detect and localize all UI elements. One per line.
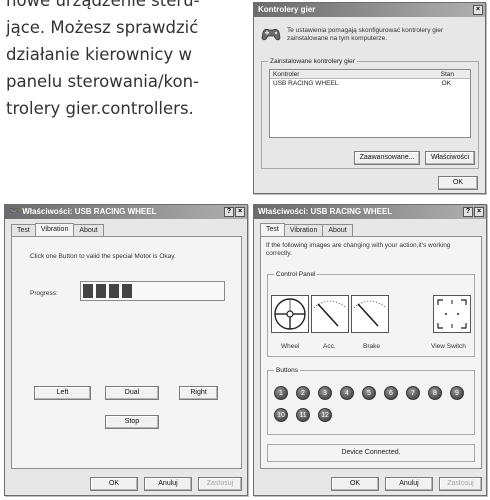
status-bar: Device Connected. bbox=[267, 444, 475, 462]
button-indicator: 7 bbox=[406, 386, 420, 400]
button-indicator: 1 bbox=[274, 386, 288, 400]
button-indicator: 9 bbox=[450, 386, 464, 400]
properties-button[interactable]: Właściwości bbox=[425, 151, 475, 165]
progress-segment bbox=[83, 284, 93, 298]
tab-vibration[interactable]: Vibration bbox=[283, 224, 324, 236]
tab-test[interactable]: Test bbox=[260, 223, 285, 236]
ok-button[interactable]: OK bbox=[438, 176, 478, 190]
ok-button[interactable]: OK bbox=[331, 477, 379, 491]
tab-strip: Test Vibration About bbox=[260, 223, 353, 236]
control-images bbox=[271, 295, 471, 335]
buttons-group: Buttons 1 2 3 4 5 6 7 8 9 10 11 12 bbox=[267, 366, 475, 435]
game-controllers-dialog: Kontrolery gier × Te ustawienia pomagają… bbox=[253, 2, 486, 194]
progress-label: Progress: bbox=[30, 290, 58, 297]
ok-button[interactable]: OK bbox=[90, 477, 138, 491]
button-indicator: 11 bbox=[296, 408, 310, 422]
button-indicator: 3 bbox=[318, 386, 332, 400]
group-label: Zainstalowane kontrolery gier bbox=[268, 57, 357, 66]
buttons-label: Buttons bbox=[274, 366, 301, 375]
installed-controllers-group: Zainstalowane kontrolery gier Kontroler … bbox=[261, 57, 479, 169]
column-header-controller[interactable]: Kontroler bbox=[273, 70, 299, 79]
manual-text: nowe urządzenie steru- jące. Możesz spra… bbox=[6, 0, 244, 120]
properties-dialog-test: Właściwości: USB RACING WHEEL ? × Test V… bbox=[253, 204, 487, 496]
accelerator-label: Acc. bbox=[323, 343, 336, 350]
brake-label: Brake bbox=[363, 343, 380, 350]
progress-segment bbox=[96, 284, 106, 298]
control-panel-group: Control Panel Wheel Acc. Brake View Swit… bbox=[267, 270, 475, 357]
list-header: Kontroler Stan bbox=[270, 70, 470, 79]
close-button[interactable]: × bbox=[474, 207, 484, 217]
dialog-title: Właściwości: USB RACING WHEEL bbox=[258, 207, 393, 216]
manual-line: panelu sterowania/kon- bbox=[6, 72, 200, 91]
stop-button[interactable]: Stop bbox=[105, 415, 159, 429]
dialog-title: Właściwości: USB RACING WHEEL bbox=[22, 207, 157, 216]
list-item[interactable]: USB RACING WHEEL OK bbox=[270, 79, 470, 88]
control-panel-label: Control Panel bbox=[274, 270, 318, 279]
progress-segment bbox=[122, 284, 132, 298]
title-bar[interactable]: Właściwości: USB RACING WHEEL ? × bbox=[254, 205, 486, 219]
dialog-title: Kontrolery gier bbox=[258, 5, 316, 14]
help-button[interactable]: ? bbox=[463, 207, 473, 217]
tab-about[interactable]: About bbox=[322, 224, 353, 236]
manual-line: nowe urządzenie steru- bbox=[6, 0, 200, 10]
wheel-label: Wheel bbox=[281, 343, 300, 350]
properties-dialog-vibration: 🎮 Właściwości: USB RACING WHEEL ? × Test… bbox=[4, 204, 248, 496]
advanced-button[interactable]: Zaawansowane... bbox=[354, 151, 420, 165]
view-switch-icon bbox=[433, 295, 471, 333]
instruction-text: If the following images are changing wit… bbox=[266, 242, 451, 257]
progress-bar bbox=[80, 281, 225, 301]
apply-button[interactable]: Zastosuj bbox=[198, 477, 242, 491]
cancel-button[interactable]: Anuluj bbox=[385, 477, 433, 491]
intro-text: Te ustawienia pomagają skonfigurować kon… bbox=[287, 27, 444, 42]
column-header-status[interactable]: Stan bbox=[441, 70, 454, 79]
tab-about[interactable]: About bbox=[73, 224, 104, 236]
controller-status: OK bbox=[441, 80, 451, 87]
title-bar[interactable]: Kontrolery gier × bbox=[254, 3, 485, 17]
right-button[interactable]: Right bbox=[179, 386, 218, 400]
button-indicator: 2 bbox=[296, 386, 310, 400]
left-button[interactable]: Left bbox=[34, 386, 91, 400]
accelerator-gauge-icon bbox=[311, 295, 349, 333]
button-indicator: 8 bbox=[428, 386, 442, 400]
button-indicator: 6 bbox=[384, 386, 398, 400]
tab-strip: Test Vibration About bbox=[11, 223, 104, 236]
test-panel: If the following images are changing wit… bbox=[260, 236, 482, 469]
instruction-text: Click one Button to valid the special Mo… bbox=[30, 253, 176, 260]
cancel-button[interactable]: Anuluj bbox=[144, 477, 192, 491]
manual-line: działanie kierownicy w bbox=[6, 45, 192, 64]
manual-line: jące. Możesz sprawdzić bbox=[6, 18, 199, 37]
manual-line: trolery gier.controllers. bbox=[6, 99, 194, 118]
button-indicator: 4 bbox=[340, 386, 354, 400]
wheel-icon bbox=[271, 295, 309, 333]
button-indicator: 12 bbox=[318, 408, 332, 422]
dual-button[interactable]: Dual bbox=[105, 386, 159, 400]
controller-name: USB RACING WHEEL bbox=[273, 80, 339, 87]
close-button[interactable]: × bbox=[473, 5, 483, 15]
view-switch-label: View Switch bbox=[431, 343, 466, 350]
gamepad-icon: 🎮 bbox=[9, 207, 19, 216]
controllers-list[interactable]: Kontroler Stan USB RACING WHEEL OK bbox=[269, 69, 471, 138]
title-bar[interactable]: 🎮 Właściwości: USB RACING WHEEL ? × bbox=[5, 205, 247, 219]
brake-gauge-icon bbox=[351, 295, 389, 333]
tab-vibration[interactable]: Vibration bbox=[34, 223, 75, 236]
progress-segment bbox=[109, 284, 119, 298]
apply-button[interactable]: Zastosuj bbox=[439, 477, 482, 491]
status-text: Device Connected. bbox=[341, 449, 401, 456]
button-indicator: 10 bbox=[274, 408, 288, 422]
gamepad-icon bbox=[260, 26, 282, 42]
vibration-panel: Click one Button to valid the special Mo… bbox=[11, 236, 242, 469]
tab-test[interactable]: Test bbox=[11, 224, 36, 236]
close-button[interactable]: × bbox=[235, 207, 245, 217]
help-button[interactable]: ? bbox=[224, 207, 234, 217]
button-indicator: 5 bbox=[362, 386, 376, 400]
